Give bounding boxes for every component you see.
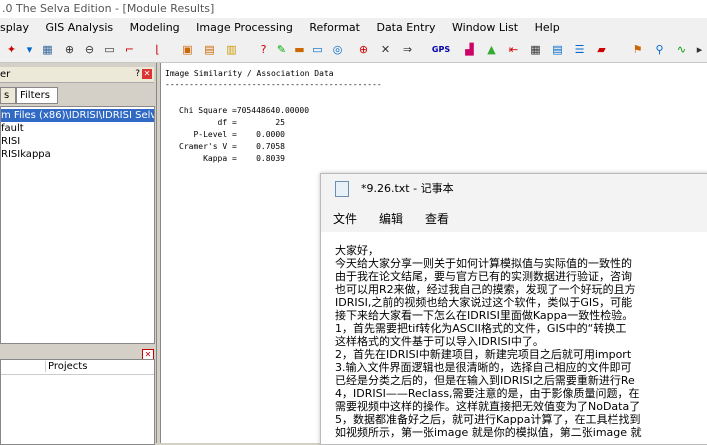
text-line: 接下来给大家看一下怎么在IDRISI里面做Kappa一致性检验。 bbox=[335, 309, 634, 322]
explorer-header: er ? ✕ bbox=[0, 67, 154, 83]
help-icon[interactable]: ? bbox=[135, 67, 140, 82]
network-icon[interactable]: ⚲ bbox=[652, 42, 667, 57]
text-line: 由于我在论文结尾，要与官方已有的实测数据进行验证，咨询 bbox=[335, 270, 632, 283]
menu-display[interactable]: splay bbox=[0, 18, 29, 38]
query-icon[interactable]: ? bbox=[256, 42, 271, 57]
crosshair-icon[interactable]: ⊕ bbox=[356, 42, 371, 57]
menu-modeling[interactable]: Modeling bbox=[130, 18, 180, 38]
list-icon[interactable]: ☰ bbox=[572, 42, 587, 57]
text-line: 也可以用R2来做，经过我自己的摸索，发现了一个好玩的且方 bbox=[335, 283, 636, 296]
paint-icon[interactable]: ▰ bbox=[594, 42, 609, 57]
zoom-window-icon[interactable]: ▭ bbox=[102, 42, 117, 57]
histogram-icon[interactable]: ▟ bbox=[462, 42, 477, 57]
edit-icon[interactable]: ✎ bbox=[274, 42, 289, 57]
layer-icon[interactable]: ▦ bbox=[40, 42, 55, 57]
chi-square-line: Chi Square =705448640.00000 bbox=[179, 106, 310, 115]
overflow-icon[interactable]: ▸ bbox=[692, 42, 707, 57]
tree-item-idrisikappa[interactable]: RISIkappa bbox=[1, 148, 154, 161]
import-icon[interactable]: ⇤ bbox=[506, 42, 521, 57]
df-line: df = 25 bbox=[179, 118, 285, 127]
explorer-title: er bbox=[0, 69, 11, 80]
notepad-window: *9.26.txt - 记事本 文件 编辑 查看 大家好， 今天给大家分享一则关… bbox=[320, 173, 707, 445]
digitize-icon[interactable]: ▭ bbox=[310, 42, 325, 57]
grid-icon[interactable]: ▥ bbox=[224, 42, 239, 57]
menu-edit[interactable]: 编辑 bbox=[379, 210, 403, 227]
group-icon[interactable]: ▤ bbox=[202, 42, 217, 57]
text-line: 如视频所示，第一张image 就是你的模拟值，第二张image 就 bbox=[335, 426, 642, 439]
explorer-panel: er ? ✕ s Filters m Files (x86)\IDRISI\ID… bbox=[0, 63, 157, 445]
kappa-line: Kappa = 0.8039 bbox=[179, 154, 285, 163]
projects-header: Projects bbox=[1, 360, 154, 375]
menu-view[interactable]: 查看 bbox=[425, 210, 449, 227]
database-icon[interactable]: ▤ bbox=[550, 42, 565, 57]
table-icon[interactable]: ▦ bbox=[528, 42, 543, 57]
menu-data-entry[interactable]: Data Entry bbox=[376, 18, 435, 38]
flag-icon[interactable]: ⚑ bbox=[630, 42, 645, 57]
delete-icon[interactable]: ✕ bbox=[378, 42, 393, 57]
cramers-v-line: Cramer's V = 0.7058 bbox=[179, 142, 285, 151]
notepad-title: *9.26.txt - 记事本 bbox=[361, 182, 454, 195]
text-line: 需要视频中这样的操作。这样就直接把无效值变为了NoData了 bbox=[335, 400, 641, 413]
text-line: 已经是分类之后的，但是在输入到IDRISI之后需要重新进行Re bbox=[335, 374, 635, 387]
target-icon[interactable]: ◎ bbox=[330, 42, 345, 57]
text-line: IDRISI,之前的视频也给大家说过这个软件，类似于GIS，可能 bbox=[335, 296, 633, 309]
projects-column[interactable]: Projects bbox=[45, 361, 87, 372]
notepad-icon bbox=[335, 181, 349, 197]
results-title: Image Similarity / Association Data bbox=[165, 69, 334, 78]
menu-file[interactable]: 文件 bbox=[333, 210, 357, 227]
zoom-in-icon[interactable]: ⊕ bbox=[62, 42, 77, 57]
notepad-menu-bar: 文件 编辑 查看 bbox=[321, 202, 707, 232]
projects-panel: Projects bbox=[0, 359, 155, 445]
pan-icon[interactable]: ⌐ bbox=[122, 42, 137, 57]
menu-reformat[interactable]: Reformat bbox=[309, 18, 360, 38]
tab-filters[interactable]: Filters bbox=[16, 87, 58, 104]
compose-icon[interactable]: ▾ bbox=[22, 42, 37, 57]
menu-image-processing[interactable]: Image Processing bbox=[196, 18, 293, 38]
notepad-text-area[interactable]: 大家好， 今天给大家分享一则关于如何计算模拟值与实际值的一致性的 由于我在论文结… bbox=[335, 244, 707, 444]
palette-icon[interactable]: ▬ bbox=[292, 42, 307, 57]
trend-icon[interactable]: ∿ bbox=[674, 42, 689, 57]
toolbar: ✦ ▾ ▦ ⊕ ⊖ ▭ ⌐ ⌊ ▣ ▤ ▥ ? ✎ ▬ ▭ ◎ ⊕ ✕ ⇒ GP… bbox=[0, 38, 707, 63]
tree-item-idrisi[interactable]: RISI bbox=[1, 135, 154, 148]
tab-files[interactable]: s bbox=[0, 87, 16, 104]
add-layer-icon[interactable]: ✦ bbox=[4, 42, 19, 57]
tree-item-default[interactable]: fault bbox=[1, 122, 154, 135]
text-line: 5，数据都准备好之后，就可进行Kappa计算了，在工具栏找到 bbox=[335, 413, 641, 426]
menu-bar: splay GIS Analysis Modeling Image Proces… bbox=[0, 18, 707, 38]
text-line: 今天给大家分享一则关于如何计算模拟值与实际值的一致性的 bbox=[335, 257, 632, 270]
p-level-line: P-Level = 0.0000 bbox=[179, 130, 285, 139]
chart-icon[interactable]: ▲ bbox=[484, 42, 499, 57]
results-rule: ----------------------------------------… bbox=[165, 80, 382, 89]
menu-help[interactable]: Help bbox=[535, 18, 560, 38]
text-line: 大家好， bbox=[335, 244, 379, 257]
close-icon[interactable]: ✕ bbox=[142, 69, 152, 79]
text-line: 3.输入文件界面逻辑也是很清晰的，选择自己相应的文件即可 bbox=[335, 361, 632, 374]
notepad-title-bar: *9.26.txt - 记事本 bbox=[321, 174, 707, 202]
text-line: 4，IDRISI——Reclass,需要注意的是，由于影像质量问题，在 bbox=[335, 387, 640, 400]
text-line: 2，首先在IDRISI中新建项目，新建完项目之后就可用import bbox=[335, 348, 632, 361]
text-line: 1，首先需要把tif转化为ASCII格式的文件，GIS中的“转换工 bbox=[335, 322, 627, 335]
gps-icon[interactable]: GPS bbox=[430, 42, 452, 57]
window-title: .0 The Selva Edition - [Module Results] bbox=[2, 2, 215, 15]
text-line: 这样格式的文件基于可以导入IDRISI中了。 bbox=[335, 335, 544, 348]
tile-icon[interactable]: ▣ bbox=[180, 42, 195, 57]
tree-item-path[interactable]: m Files (x86)\IDRISI\IDRISI Selva\Pr bbox=[1, 109, 154, 122]
menu-gis-analysis[interactable]: GIS Analysis bbox=[46, 18, 114, 38]
menu-window-list[interactable]: Window List bbox=[452, 18, 518, 38]
app-title-bar: .0 The Selva Edition - [Module Results] bbox=[0, 0, 707, 18]
measure-icon[interactable]: ⌊ bbox=[150, 42, 165, 57]
file-tree: m Files (x86)\IDRISI\IDRISI Selva\Pr fau… bbox=[0, 106, 155, 344]
zoom-out-icon[interactable]: ⊖ bbox=[82, 42, 97, 57]
arrow-icon[interactable]: ⇒ bbox=[400, 42, 415, 57]
